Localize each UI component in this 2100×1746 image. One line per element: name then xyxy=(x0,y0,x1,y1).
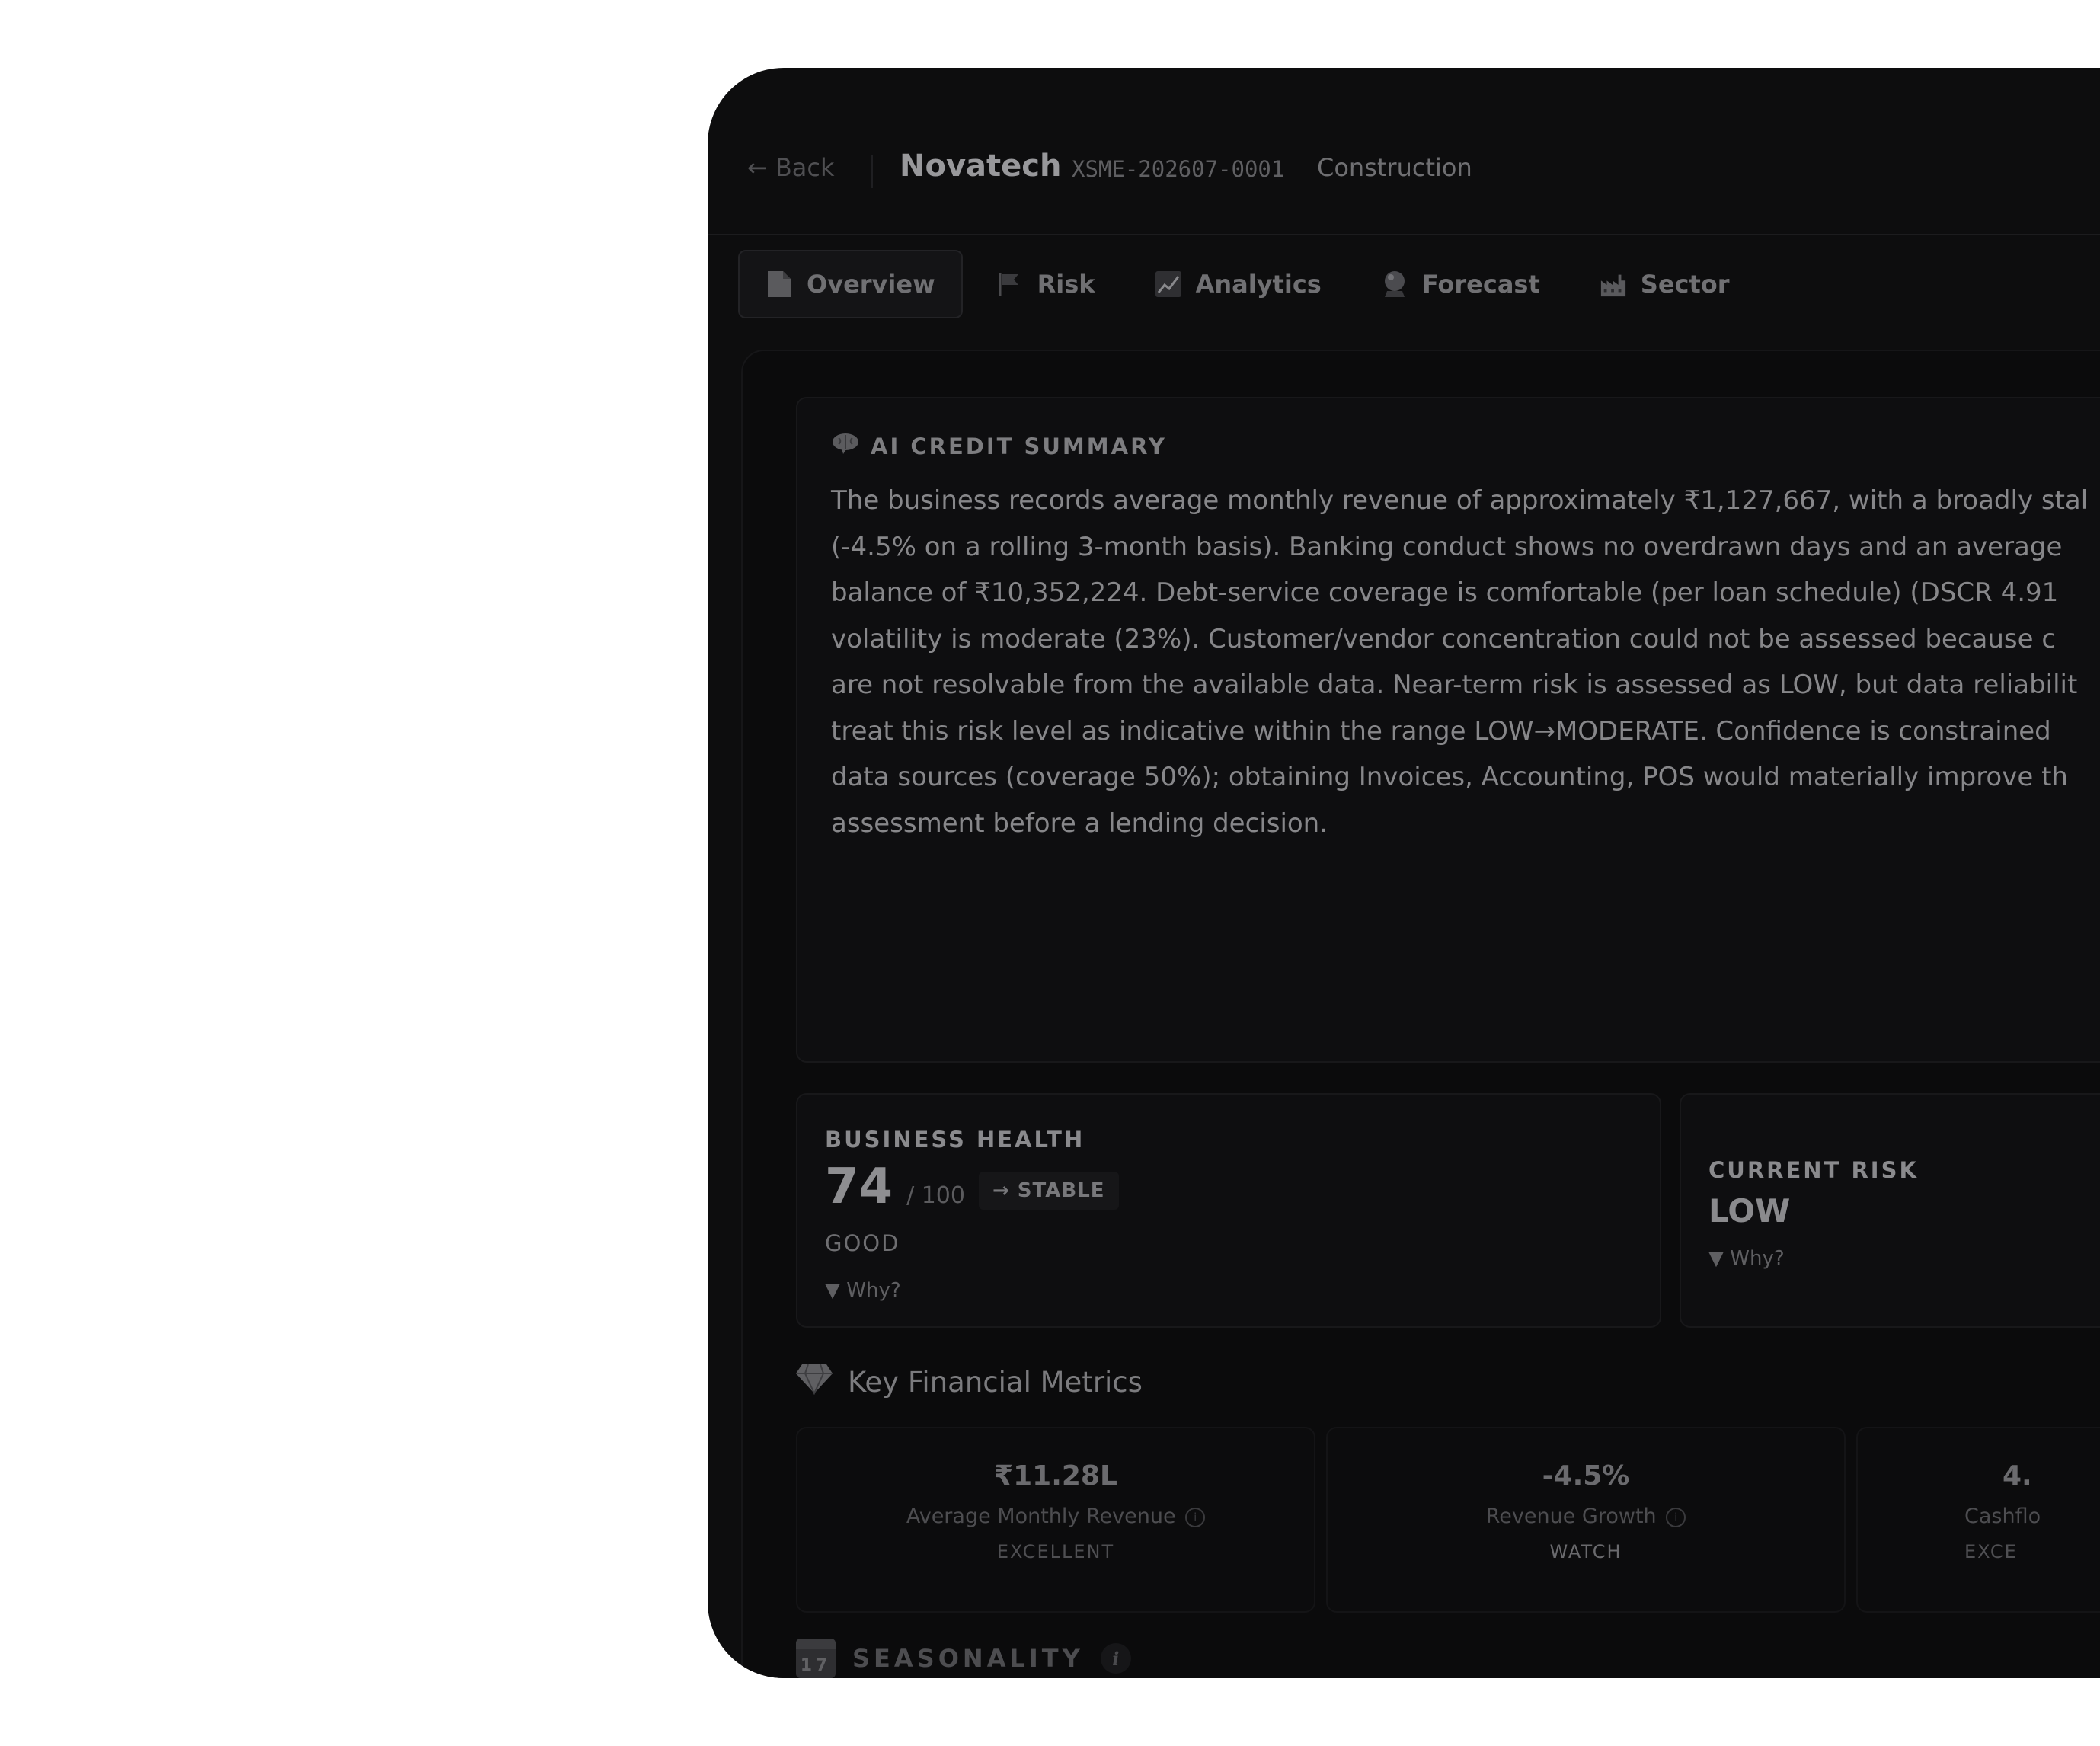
metric-card: ₹11.28L Average Monthly Revenue i EXCELL… xyxy=(796,1427,1315,1613)
risk-why-toggle[interactable]: ▼ Why? xyxy=(1708,1247,1785,1270)
trend-badge: → STABLE xyxy=(978,1172,1119,1210)
metric-value: 4. xyxy=(2003,1460,2032,1492)
summary-line: balance of ₹10,352,224. Debt-service cov… xyxy=(831,577,2059,608)
summary-line: The business records average monthly rev… xyxy=(831,485,2089,516)
gem-icon xyxy=(796,1363,833,1402)
summary-line: treat this risk level as indicative with… xyxy=(831,715,2051,747)
summary-line: are not resolvable from the available da… xyxy=(831,670,2078,700)
business-health-card: BUSINESS HEALTH 74 / 100 → STABLE GOOD ▼… xyxy=(796,1093,1661,1328)
info-icon[interactable]: i xyxy=(1100,1643,1131,1674)
key-financial-metrics-heading: Key Financial Metrics xyxy=(796,1363,1143,1402)
summary-text: The business records average monthly rev… xyxy=(831,478,2100,846)
tab-sector[interactable]: Sector xyxy=(1574,251,1756,317)
metric-label: Average Monthly Revenue i xyxy=(797,1505,1314,1528)
app-window: ← Back Novatech XSME-202607-0001 Constru… xyxy=(708,68,2100,1678)
health-score-max: / 100 xyxy=(906,1182,965,1209)
seasonality-title: SEASONALITY xyxy=(852,1644,1084,1673)
application-id: XSME-202607-0001 xyxy=(1072,156,1285,182)
flag-icon xyxy=(996,270,1024,298)
ai-credit-summary-card: AI CREDIT SUMMARY The business records a… xyxy=(796,397,2100,1063)
page-header: ← Back Novatech XSME-202607-0001 Constru… xyxy=(708,68,2100,235)
crystal-ball-icon xyxy=(1381,270,1408,298)
summary-title: AI CREDIT SUMMARY xyxy=(831,432,1167,460)
info-icon[interactable]: i xyxy=(1185,1507,1206,1527)
kfm-title: Key Financial Metrics xyxy=(848,1366,1143,1399)
metric-card: 4. Cashflo EXCE xyxy=(1856,1427,2100,1613)
health-score: 74 / 100 → STABLE xyxy=(825,1159,1119,1216)
chart-icon xyxy=(1155,270,1182,298)
document-icon xyxy=(766,270,793,298)
metric-value: -4.5% xyxy=(1542,1460,1630,1492)
info-icon[interactable]: i xyxy=(1666,1507,1686,1527)
tab-analytics[interactable]: Analytics xyxy=(1129,251,1347,317)
metric-rating: WATCH xyxy=(1549,1541,1622,1562)
metric-label: Cashflo xyxy=(1964,1505,2041,1528)
risk-value: LOW xyxy=(1708,1192,1791,1230)
calendar-icon: 17 xyxy=(796,1639,836,1678)
metric-value: ₹11.28L xyxy=(994,1460,1117,1492)
header-divider xyxy=(871,155,873,188)
health-grade: GOOD xyxy=(825,1230,900,1256)
tab-label: Overview xyxy=(807,270,935,299)
tab-forecast[interactable]: Forecast xyxy=(1355,251,1566,317)
tab-label: Risk xyxy=(1037,270,1095,299)
health-why-toggle[interactable]: ▼ Why? xyxy=(825,1279,901,1302)
calendar-day: 17 xyxy=(800,1656,832,1675)
risk-label: CURRENT RISK xyxy=(1708,1157,1919,1183)
company-name: Novatech xyxy=(900,149,1062,184)
industry-label: Construction xyxy=(1317,153,1472,182)
back-button[interactable]: ← Back xyxy=(747,153,835,182)
tab-risk[interactable]: Risk xyxy=(970,251,1121,317)
summary-line: assessment before a lending decision. xyxy=(831,807,1328,839)
health-score-value: 74 xyxy=(825,1159,893,1215)
health-label: BUSINESS HEALTH xyxy=(825,1127,1085,1153)
back-label: Back xyxy=(775,153,835,182)
current-risk-card: CURRENT RISK LOW ▼ Why? xyxy=(1680,1093,2100,1328)
metric-rating: EXCE xyxy=(1964,1541,2018,1562)
summary-line: (-4.5% on a rolling 3-month basis). Bank… xyxy=(831,531,2063,562)
summary-line: volatility is moderate (23%). Customer/v… xyxy=(831,623,2057,654)
summary-line: data sources (coverage 50%); obtaining I… xyxy=(831,762,2068,792)
tab-label: Sector xyxy=(1640,270,1730,299)
arrow-left-icon: ← xyxy=(747,153,768,182)
tab-overview[interactable]: Overview xyxy=(738,250,963,318)
metric-rating: EXCELLENT xyxy=(996,1541,1115,1562)
factory-icon xyxy=(1600,270,1627,298)
seasonality-heading: 17 SEASONALITY i xyxy=(796,1639,1131,1678)
metric-label: Revenue Growth i xyxy=(1328,1505,1844,1528)
metric-card: -4.5% Revenue Growth i WATCH xyxy=(1326,1427,1846,1613)
tab-label: Forecast xyxy=(1421,270,1540,299)
tab-label: Analytics xyxy=(1195,270,1322,299)
brain-icon xyxy=(831,432,860,460)
tab-bar: Overview Risk Analytics Forecast Sector xyxy=(738,249,1756,319)
